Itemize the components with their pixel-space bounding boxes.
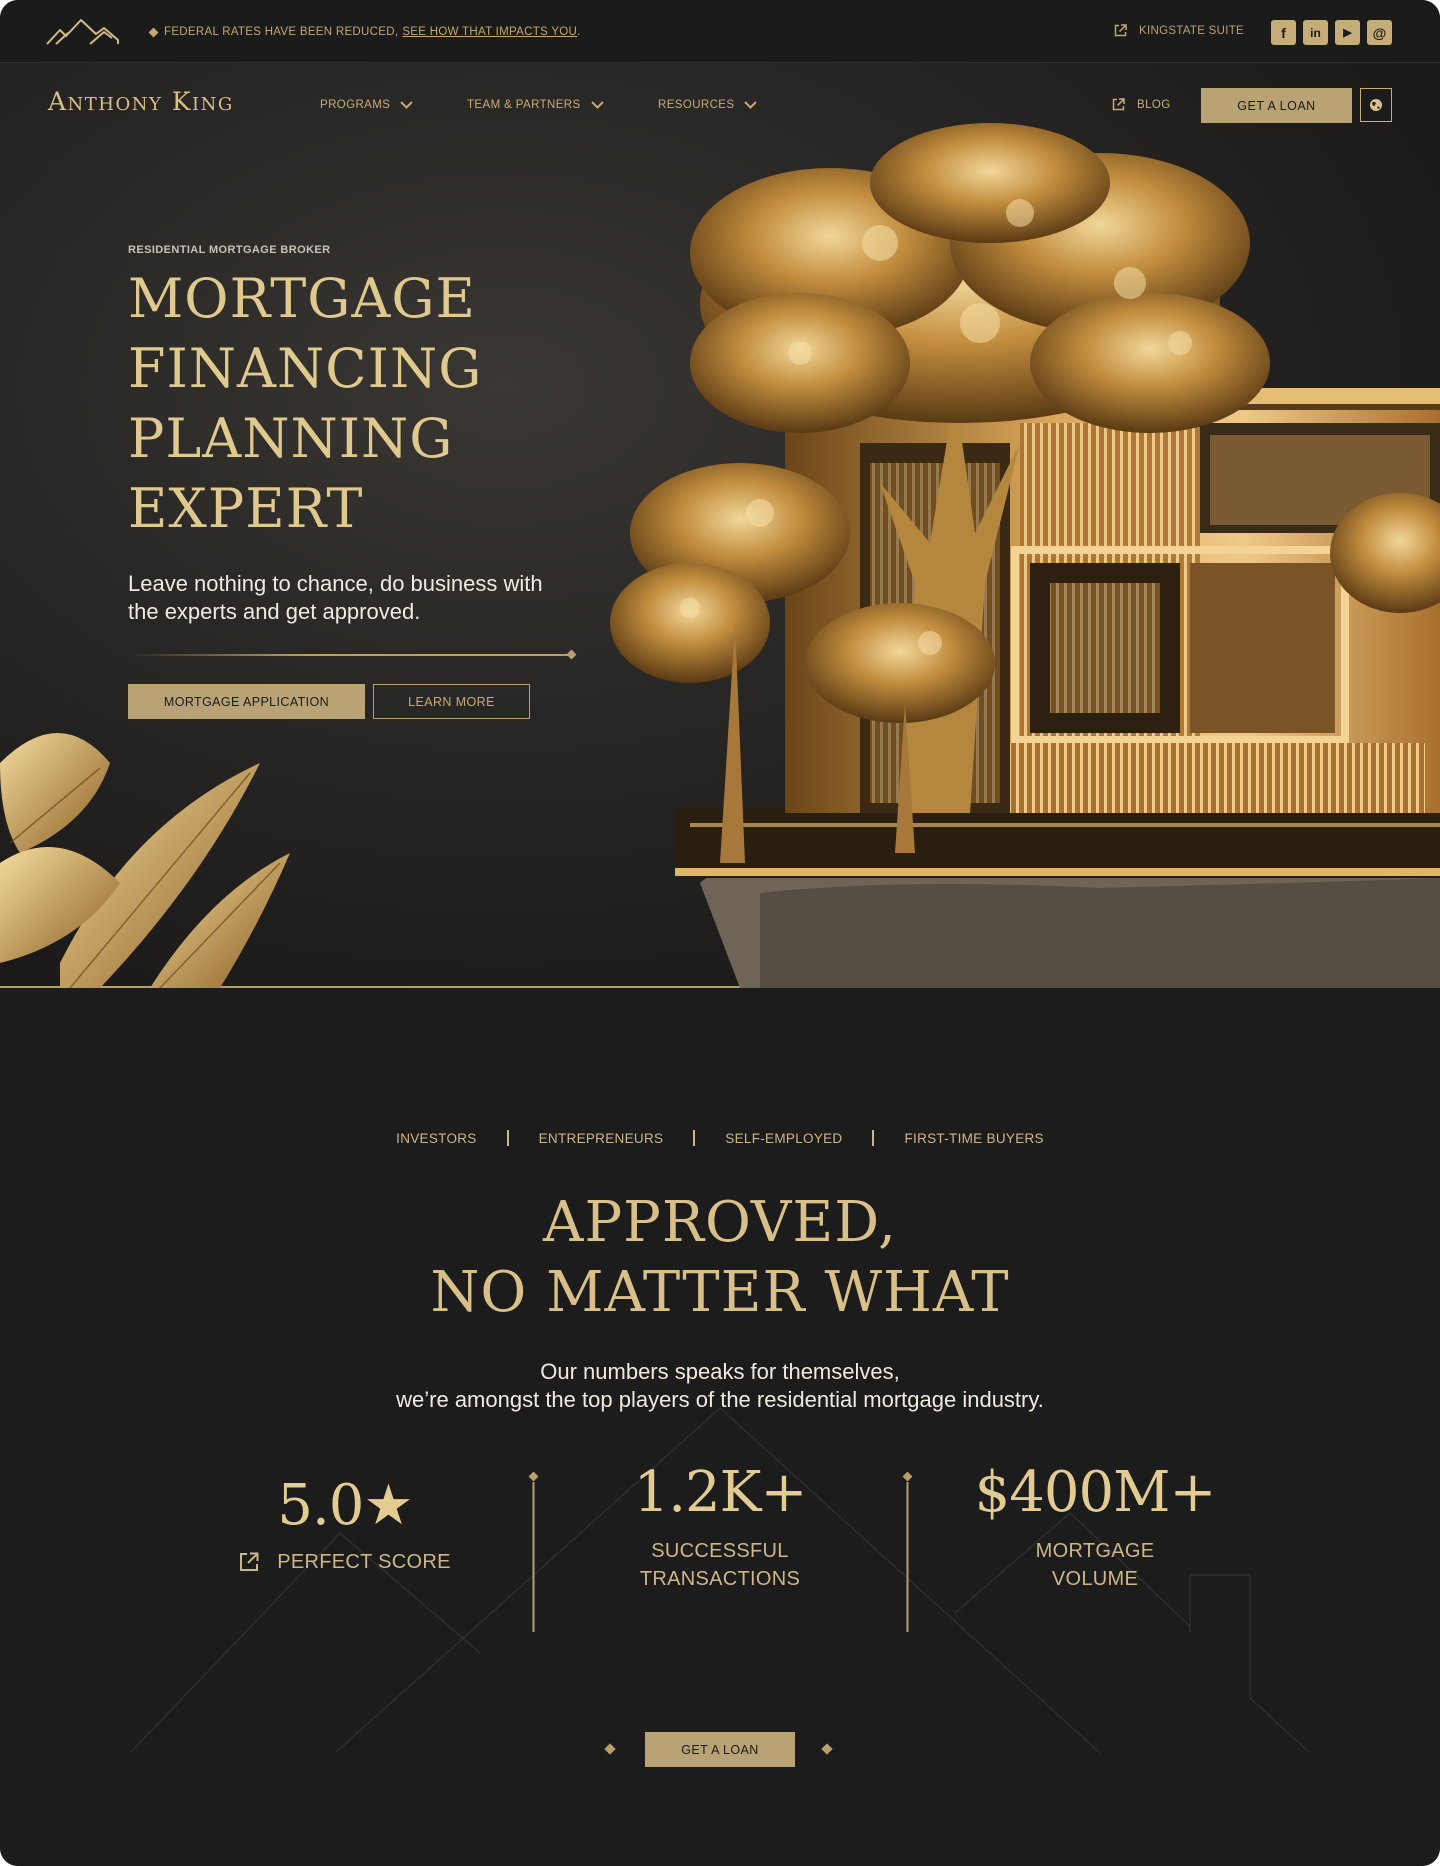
mountain-logo-icon[interactable]	[46, 16, 126, 46]
stat-value: 1.2K+	[633, 1460, 808, 1525]
chevron-down-icon	[744, 101, 758, 109]
approved-subtitle-line: we’re amongst the top players of the res…	[396, 1387, 1044, 1412]
nav-team-partners[interactable]: TEAM & PARTNERS	[467, 99, 604, 111]
hero-eyebrow: RESIDENTIAL MORTGAGE BROKER	[128, 244, 331, 256]
segment-first-time-buyers: FIRST-TIME BUYERS	[904, 1130, 1044, 1146]
stat-label-line: MORTGAGE	[1035, 1540, 1155, 1562]
hero-title: MORTGAGE FINANCING PLANNING EXPERT	[128, 264, 608, 544]
mortgage-application-button[interactable]: MORTGAGE APPLICATION	[128, 684, 365, 719]
announcement-period: .	[577, 26, 581, 38]
separator	[506, 1130, 509, 1146]
stat-label: PERFECT SCORE	[277, 1551, 451, 1573]
hero-divider	[128, 649, 578, 660]
hero-title-line: FINANCING	[128, 337, 483, 400]
approved-section: INVESTORS ENTREPRENEURS SELF-EMPLOYED FI…	[0, 988, 1440, 1866]
chevron-down-icon	[400, 101, 414, 109]
segment-entrepreneurs: ENTREPRENEURS	[538, 1130, 664, 1146]
youtube-icon[interactable]: ▶	[1335, 20, 1360, 45]
approved-subtitle-line: Our numbers speaks for themselves,	[540, 1359, 900, 1384]
hero-title-line: PLANNING	[128, 407, 454, 470]
separator	[872, 1130, 875, 1146]
approved-title-line: APPROVED,	[543, 1190, 897, 1255]
hero-ctas: MORTGAGE APPLICATION LEARN MORE	[128, 684, 608, 719]
approved-title: APPROVED, NO MATTER WHAT	[0, 1188, 1440, 1328]
blog-link[interactable]: BLOG	[1112, 98, 1171, 111]
page: Federal rates have been reduced, See how…	[0, 0, 1440, 1866]
announcement-link[interactable]: See how that impacts you	[402, 26, 577, 38]
learn-more-button[interactable]: LEARN MORE	[373, 684, 530, 719]
social-links: f in ▶ @	[1271, 20, 1399, 45]
divider-line-left	[128, 1743, 616, 1755]
nav-resources-label: RESOURCES	[658, 99, 735, 111]
stat-divider	[902, 1472, 913, 1632]
divider-line	[128, 654, 572, 656]
hero-copy: RESIDENTIAL MORTGAGE BROKER MORTGAGE FIN…	[128, 244, 608, 719]
approved-title-line: NO MATTER WHAT	[430, 1260, 1010, 1325]
language-button[interactable]	[1360, 88, 1392, 122]
stat-label: SUCCESSFUL TRANSACTIONS	[570, 1537, 870, 1593]
chevron-down-icon	[590, 101, 604, 109]
stat-label-line: SUCCESSFUL	[651, 1540, 789, 1562]
announcement: Federal rates have been reduced, See how…	[148, 26, 581, 38]
linkedin-icon[interactable]: in	[1303, 20, 1328, 45]
nav-programs-label: PROGRAMS	[320, 99, 391, 111]
suite-label: KINGSTATE SUITE	[1139, 24, 1245, 37]
nav-resources[interactable]: RESOURCES	[658, 99, 758, 111]
announcement-text: Federal rates have been reduced,	[164, 26, 399, 38]
brand-logo[interactable]: Anthony King	[48, 87, 234, 116]
segment-list: INVESTORS ENTREPRENEURS SELF-EMPLOYED FI…	[0, 1130, 1440, 1146]
main-nav: Anthony King PROGRAMS TEAM & PARTNERS RE…	[0, 63, 1440, 153]
globe-icon	[1370, 99, 1382, 111]
stat-volume: $400M+ MORTGAGE VOLUME	[945, 1460, 1245, 1593]
separator	[693, 1130, 696, 1146]
nav-programs[interactable]: PROGRAMS	[320, 99, 414, 111]
divider-line-right	[821, 1743, 1312, 1755]
hero-title-line: EXPERT	[128, 477, 364, 540]
stat-transactions: 1.2K+ SUCCESSFUL TRANSACTIONS	[570, 1460, 870, 1593]
hero-subtitle: Leave nothing to chance, do business wit…	[128, 571, 543, 624]
external-link-icon	[240, 1552, 259, 1571]
segment-investors: INVESTORS	[396, 1130, 477, 1146]
approved-subtitle: Our numbers speaks for themselves, we’re…	[0, 1358, 1440, 1414]
get-a-loan-button[interactable]: GET A LOAN	[1201, 88, 1352, 123]
segment-self-employed: SELF-EMPLOYED	[725, 1130, 843, 1146]
stat-label-line: TRANSACTIONS	[639, 1568, 801, 1590]
nav-team-partners-label: TEAM & PARTNERS	[467, 99, 581, 111]
blog-label: BLOG	[1137, 98, 1171, 111]
stat-label: MORTGAGE VOLUME	[945, 1537, 1245, 1593]
external-link-icon	[1114, 24, 1127, 37]
bottom-cta-row: GET A LOAN	[0, 1732, 1440, 1772]
email-icon[interactable]: @	[1367, 20, 1392, 45]
hero-title-line: MORTGAGE	[128, 267, 476, 330]
announcement-bar: Federal rates have been reduced, See how…	[0, 0, 1440, 63]
stat-rating: 5.0★ PERFECT SCORE	[200, 1473, 490, 1576]
stat-value: 5.0★	[277, 1473, 413, 1538]
stat-divider	[528, 1472, 539, 1632]
external-link-icon	[1112, 98, 1125, 111]
facebook-icon[interactable]: f	[1271, 20, 1296, 45]
stat-value: $400M+	[974, 1460, 1217, 1525]
diamond-icon	[566, 649, 577, 660]
get-a-loan-button[interactable]: GET A LOAN	[645, 1732, 795, 1767]
stat-label-line: VOLUME	[1051, 1568, 1139, 1590]
hero-section: Anthony King PROGRAMS TEAM & PARTNERS RE…	[0, 63, 1440, 988]
diamond-icon	[148, 27, 159, 37]
kingstate-suite-link[interactable]: KINGSTATE SUITE	[1114, 24, 1244, 37]
perfect-score-link[interactable]: PERFECT SCORE	[200, 1548, 490, 1576]
